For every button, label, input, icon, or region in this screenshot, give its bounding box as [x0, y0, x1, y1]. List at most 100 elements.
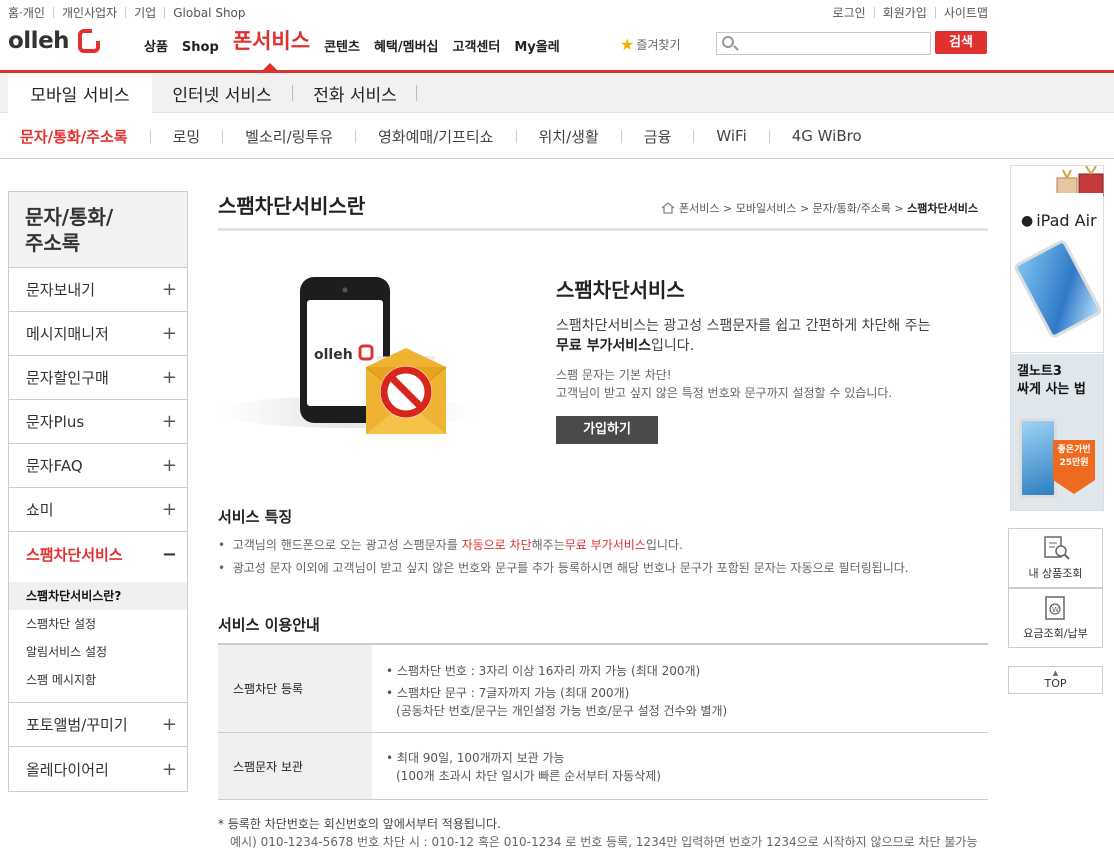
logo-mark-icon: [78, 29, 101, 53]
lnb-item-message-plus[interactable]: 문자Plus +: [9, 400, 187, 444]
subtab-wifi[interactable]: WiFi: [716, 127, 746, 145]
plus-icon: +: [161, 455, 177, 476]
feature-bullet-1: • 고객님의 핸드폰으로 오는 광고성 스팸문자를 자동으로 차단해주는무료 부…: [218, 538, 683, 552]
subtab-divider: [0, 158, 1114, 159]
left-nav-title-line1: 문자/통화/: [25, 205, 114, 229]
sitemap-link[interactable]: 사이트맵: [944, 4, 988, 21]
subtab-wibro[interactable]: 4G WiBro: [792, 127, 862, 145]
ipad-ad-text: iPad Air: [1036, 211, 1097, 230]
galaxy-ad-text: 갤노트3 싸게 사는 법: [1017, 363, 1086, 399]
feature-text: 광고성 문자 이외에 고객님이 받고 싶지 않은 번호와 문구를 추가 등록하시…: [232, 561, 909, 575]
gnb-item-customer-center[interactable]: 고객센터: [453, 36, 501, 55]
subtab-messaging[interactable]: 문자/통화/주소록: [20, 126, 128, 147]
search-icon: [722, 36, 734, 48]
lnb-item-message-faq[interactable]: 문자FAQ +: [9, 444, 187, 488]
galaxy-ad-panel: 갤노트3 싸게 사는 법 좋은가번 25만원: [1011, 354, 1103, 510]
feature-highlight: 무료 부가서비스: [564, 538, 646, 552]
lnb-item-label: 쇼미: [26, 501, 54, 519]
feature-highlight: 자동으로 차단: [461, 538, 532, 552]
footnote: * 등록한 차단번호는 회신번호의 앞에서부터 적용됩니다. 예시) 010-1…: [218, 815, 978, 851]
table-line: • 최대 90일, 100개까지 보관 가능: [386, 751, 565, 765]
spam-block-illustration: olleh: [218, 277, 478, 434]
lnb-sub-spam-intro[interactable]: 스팸차단서비스란?: [9, 582, 187, 610]
promo-desc-line1: 스팸차단서비스는 광고성 스팸문자를 쉽고 간편하게 차단해 주는: [556, 318, 931, 334]
feature-text: 입니다.: [645, 538, 683, 552]
subtab-location[interactable]: 위치/생활: [539, 126, 599, 147]
table-line: • 스팸차단 번호 : 3자리 이상 16자리 까지 가능 (최대 200개): [386, 664, 701, 678]
lnb-item-message-manager[interactable]: 메시지매니저 +: [9, 312, 187, 356]
lnb-item-label: 스팸차단서비스: [26, 545, 123, 564]
join-service-button[interactable]: 가입하기: [556, 416, 658, 444]
lnb-sub-spam-inbox[interactable]: 스팸 메시지함: [9, 666, 187, 694]
login-link[interactable]: 로그인: [833, 4, 866, 21]
subtab-ringtone[interactable]: 벨소리/링투유: [245, 126, 333, 147]
favorites-label: 즐겨찾기: [636, 38, 681, 52]
utility-nav-left: 홈·개인 개인사업자 기업 Global Shop: [8, 4, 246, 21]
plus-icon: +: [161, 323, 177, 344]
subtab-movie-gift[interactable]: 영화예매/기프티쇼: [378, 126, 493, 147]
plus-icon: +: [161, 411, 177, 432]
util-link-enterprise[interactable]: 기업: [134, 4, 156, 21]
tab-phone-service[interactable]: 전화 서비스: [300, 73, 410, 113]
table-cell: • 스팸차단 번호 : 3자리 이상 16자리 까지 가능 (최대 200개) …: [218, 645, 988, 732]
lnb-sub-spam-settings[interactable]: 스팸차단 설정: [9, 610, 187, 638]
price-badge: 좋은가번 25만원: [1053, 440, 1095, 480]
ipad-ad-panel: ● iPad Air: [1011, 193, 1104, 353]
search-button[interactable]: 검색: [935, 31, 987, 54]
svg-text:W: W: [1052, 606, 1059, 614]
gnb-item-my-olleh[interactable]: My올레: [514, 36, 559, 55]
gnb-item-phone-service[interactable]: 폰서비스: [233, 25, 310, 55]
billing-label: 요금조회/납부: [1023, 627, 1088, 640]
lnb-item-olleh-diary[interactable]: 올레다이어리 +: [9, 747, 187, 791]
side-banner-ad[interactable]: ● iPad Air 갤노트3 싸게 사는 법 좋은가번 25만원: [1010, 165, 1104, 511]
table-line-text: 스팸차단 번호 : 3자리 이상 16자리 까지 가능 (최대 200개): [396, 664, 701, 678]
join-link[interactable]: 회원가입: [883, 4, 927, 21]
table-line-text: 최대 90일, 100개까지 보관 가능: [396, 751, 565, 765]
my-products-button[interactable]: 내 상품조회: [1008, 528, 1103, 588]
table-line: (100개 초과시 차단 일시가 빠른 순서부터 자동삭제): [396, 769, 661, 783]
logo-text: olleh: [8, 28, 70, 54]
lnb-item-spam-block[interactable]: 스팸차단서비스 −: [9, 532, 187, 576]
breadcrumb-item[interactable]: 모바일서비스: [736, 200, 797, 216]
search-box: [716, 32, 931, 55]
tab-mobile-service[interactable]: 모바일 서비스: [8, 73, 152, 113]
my-products-label: 내 상품조회: [1028, 567, 1083, 580]
scroll-top-button[interactable]: ▲ TOP: [1008, 666, 1103, 694]
breadcrumb-item[interactable]: 문자/통화/주소록: [813, 200, 891, 216]
breadcrumb-item[interactable]: 폰서비스: [679, 200, 719, 216]
table-line: • 스팸차단 문구 : 7글자까지 가능 (최대 200개): [386, 686, 630, 700]
lnb-item-showme[interactable]: 쇼미 +: [9, 488, 187, 532]
feature-text: 해주는: [531, 538, 565, 552]
olleh-logo[interactable]: olleh: [8, 28, 101, 54]
lnb-item-message-discount[interactable]: 문자할인구매 +: [9, 356, 187, 400]
favorites-link[interactable]: ★ 즐겨찾기: [620, 35, 681, 54]
search-input[interactable]: [739, 34, 927, 53]
util-link-global[interactable]: Global Shop: [173, 6, 245, 20]
ipad-ad-label: ● iPad Air: [1021, 211, 1097, 230]
promo-note-line1: 스팸 문자는 기본 차단!: [556, 368, 672, 382]
features-heading: 서비스 특징: [218, 508, 293, 526]
plus-icon: +: [161, 758, 177, 780]
lnb-sub-alert-settings[interactable]: 알림서비스 설정: [9, 638, 187, 666]
billing-button[interactable]: W 요금조회/납부: [1008, 588, 1103, 648]
gnb-item-products[interactable]: 상품: [144, 36, 168, 55]
util-link-home[interactable]: 홈·개인: [8, 4, 45, 21]
gnb-item-benefits[interactable]: 혜택/멤버십: [374, 36, 439, 55]
table-line: (공동차단 번호/문구는 개인설정 가능 번호/문구 설정 건수와 별개): [396, 704, 728, 718]
badge-line1: 좋은가번: [1057, 445, 1091, 455]
minus-icon: −: [161, 543, 177, 565]
tab-internet-service[interactable]: 인터넷 서비스: [160, 73, 284, 113]
lnb-item-send-message[interactable]: 문자보내기 +: [9, 268, 187, 312]
subtab-finance[interactable]: 금융: [644, 126, 672, 147]
lnb-item-photo-album[interactable]: 포토앨범/꾸미기 +: [9, 703, 187, 747]
star-icon: ★: [620, 35, 635, 54]
subtab-roaming[interactable]: 로밍: [173, 126, 201, 147]
gnb-item-contents[interactable]: 콘텐츠: [324, 36, 360, 55]
arrow-up-icon: ▲: [1052, 669, 1059, 677]
gnb-item-shop[interactable]: Shop: [182, 40, 219, 55]
scroll-top-label: TOP: [1044, 677, 1067, 690]
lnb-item-label: 올레다이어리: [26, 760, 109, 779]
home-icon: [661, 202, 675, 214]
util-link-business[interactable]: 개인사업자: [62, 4, 117, 21]
promo-title: 스팸차단서비스: [556, 278, 685, 302]
